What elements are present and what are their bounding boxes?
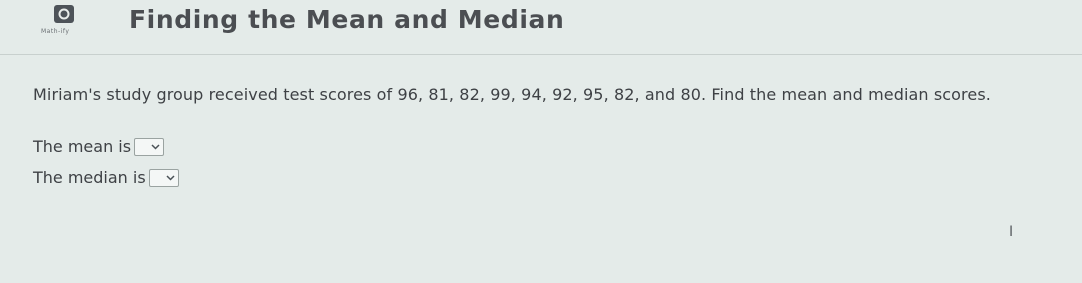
median-label: The median is: [33, 168, 146, 187]
chevron-down-icon: [151, 143, 160, 150]
mean-label: The mean is: [33, 137, 132, 156]
text-cursor-icon: I: [1009, 224, 1014, 240]
problem-statement: Miriam's study group received test score…: [33, 85, 991, 104]
page-title: Finding the Mean and Median: [129, 5, 565, 34]
header-divider: [0, 54, 1082, 55]
logo-text: Math-ify: [41, 28, 70, 35]
logo: Math-ify: [41, 3, 91, 43]
header: Math-ify Finding the Mean and Median: [0, 0, 1082, 54]
mean-dropdown[interactable]: [134, 137, 165, 156]
logo-icon: [54, 5, 74, 23]
median-dropdown[interactable]: [148, 168, 179, 187]
chevron-down-icon: [166, 174, 175, 181]
median-answer-row: The median is: [33, 168, 179, 187]
mean-answer-row: The mean is: [33, 137, 165, 156]
